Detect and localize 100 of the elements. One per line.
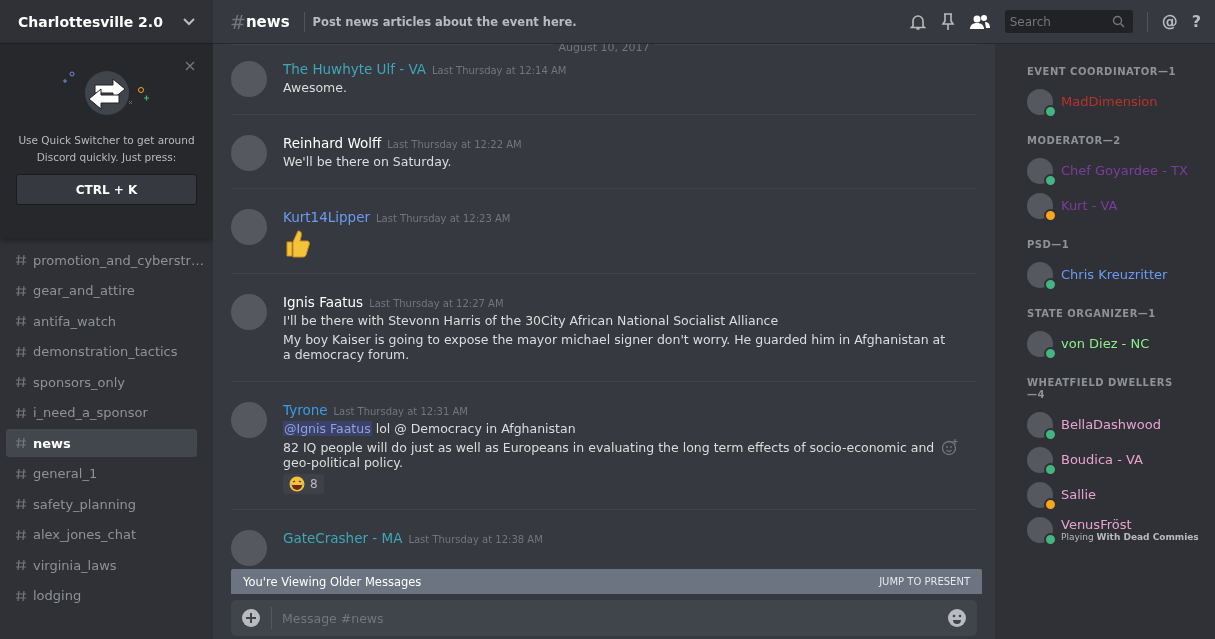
message-time: Last Thursday at 12:22 AM bbox=[387, 139, 522, 150]
emoji-icon[interactable] bbox=[947, 608, 967, 628]
message-text: My boy Kaiser is going to expose the mayor michael signer don't worry. He guarded him in Afghanistan at a democracy forum. bbox=[283, 332, 947, 362]
channel-name: alex_jones_chat bbox=[33, 527, 137, 542]
message-text: 82 IQ people will do just as well as Europeans in evaluating the long term effects of socio-economic and geo-political policy. bbox=[283, 440, 936, 470]
channel-title: news bbox=[245, 12, 290, 31]
channel-item[interactable]: news bbox=[6, 429, 197, 457]
member-item[interactable]: VenusFröst Playing With Dead Commies bbox=[1027, 512, 1207, 547]
avatar[interactable] bbox=[231, 294, 267, 330]
hash-icon bbox=[15, 559, 27, 571]
chevron-down-icon bbox=[183, 17, 195, 26]
quick-switcher-hint: Use Quick Switcher to get around Discord quickly. Just press: bbox=[17, 133, 196, 165]
pin-icon[interactable] bbox=[940, 12, 955, 31]
server-name: Charlottesville 2.0 bbox=[18, 13, 163, 30]
avatar[interactable] bbox=[231, 402, 267, 438]
member-name: Chef Goyardee - TX bbox=[1061, 163, 1188, 178]
jump-to-present-link[interactable]: JUMP TO PRESENT bbox=[879, 576, 970, 587]
member-item[interactable]: Sallie bbox=[1027, 477, 1207, 512]
shortcut-button[interactable]: CTRL + K bbox=[16, 174, 197, 205]
channel-item[interactable]: demonstration_tactics bbox=[6, 337, 197, 366]
hash-icon bbox=[15, 254, 27, 266]
reaction-button[interactable]: 8 bbox=[283, 474, 324, 494]
avatar[interactable] bbox=[231, 530, 267, 566]
thumbs-up-icon bbox=[283, 228, 311, 258]
member-name: Kurt - VA bbox=[1061, 198, 1118, 213]
author-name[interactable]: Kurt14Lipper bbox=[283, 209, 371, 225]
channel-name: promotion_and_cyberstr… bbox=[33, 252, 204, 268]
author-name[interactable]: Reinhard Wolff bbox=[283, 135, 382, 151]
hash-icon bbox=[15, 589, 27, 602]
message-time: Last Thursday at 12:27 AM bbox=[369, 298, 504, 309]
author-name[interactable]: Ignis Faatus bbox=[283, 294, 364, 310]
message-text: We'll be there on Saturday. bbox=[283, 154, 453, 169]
message-text: Awesome. bbox=[283, 80, 348, 95]
avatar[interactable] bbox=[231, 61, 267, 97]
channel-name: i_need_a_sponsor bbox=[33, 405, 148, 420]
channel-name: sponsors_only bbox=[33, 374, 126, 390]
avatar[interactable] bbox=[231, 135, 267, 171]
bell-icon[interactable] bbox=[908, 12, 927, 31]
member-name: Boudica - VA bbox=[1061, 452, 1143, 467]
mentions-button[interactable]: @ bbox=[1161, 12, 1178, 31]
channel-item[interactable]: antifa_watch bbox=[6, 307, 197, 335]
message-time: Last Thursday at 12:14 AM bbox=[432, 65, 567, 76]
message-text: I'll be there with Stevonn Harris of the 30City African National Socialist Alliance bbox=[283, 313, 780, 328]
members-icon[interactable] bbox=[968, 13, 991, 30]
channel-item[interactable]: sponsors_only bbox=[6, 368, 197, 396]
channel-item[interactable]: gear_and_attire bbox=[6, 276, 197, 305]
member-name: MadDimension bbox=[1061, 94, 1158, 109]
channel-name: gear_and_attire bbox=[33, 283, 135, 298]
member-name: von Diez - NC bbox=[1061, 336, 1150, 351]
hash-icon bbox=[15, 284, 27, 297]
channel-name: safety_planning bbox=[33, 496, 137, 512]
user-mention[interactable]: @Ignis Faatus bbox=[283, 421, 372, 436]
help-button[interactable]: ? bbox=[1191, 12, 1201, 31]
author-name[interactable]: The Huwhyte Ulf - VA bbox=[283, 61, 427, 77]
hash-icon bbox=[15, 437, 27, 449]
message-time: Last Thursday at 12:31 AM bbox=[333, 406, 468, 417]
search-field[interactable]: Search bbox=[1004, 10, 1133, 33]
author-name[interactable]: Tyrone bbox=[283, 402, 328, 418]
close-icon[interactable] bbox=[185, 61, 195, 71]
channel-name: general_1 bbox=[33, 466, 98, 481]
member-item[interactable]: Chris Kreuzritter bbox=[1027, 257, 1207, 292]
channel-item[interactable]: alex_jones_chat bbox=[6, 520, 197, 549]
channel-item[interactable]: i_need_a_sponsor bbox=[6, 398, 197, 427]
channel-hash: # bbox=[230, 10, 246, 33]
message-text: lol @ Democracy in Afghanistan bbox=[374, 421, 576, 436]
role-heading: WHEATFIELD DWELLERS—4 bbox=[1027, 377, 1174, 401]
member-name: Sallie bbox=[1061, 487, 1097, 502]
author-name[interactable]: GateCrasher - MA bbox=[283, 530, 403, 546]
channel-item[interactable]: safety_planning bbox=[6, 490, 197, 518]
member-activity: Playing With Dead Commies bbox=[1061, 532, 1199, 542]
channel-name: virginia_laws bbox=[33, 557, 117, 573]
channel-item[interactable]: virginia_laws bbox=[6, 551, 197, 579]
laughing-face-icon bbox=[289, 476, 305, 492]
plus-icon[interactable] bbox=[241, 608, 261, 628]
role-heading: EVENT COORDINATOR—1 bbox=[1027, 66, 1177, 78]
hash-icon bbox=[15, 467, 27, 480]
search-icon bbox=[1111, 15, 1125, 28]
member-item[interactable]: MadDimension bbox=[1027, 84, 1207, 119]
banner-text: You're Viewing Older Messages bbox=[243, 574, 422, 589]
member-name: Chris Kreuzritter bbox=[1061, 267, 1168, 282]
avatar[interactable] bbox=[231, 209, 267, 245]
role-heading: PSD—1 bbox=[1027, 239, 1071, 251]
channel-name: demonstration_tactics bbox=[33, 344, 178, 359]
member-item[interactable]: Boudica - VA bbox=[1027, 442, 1207, 477]
search-placeholder: Search bbox=[1009, 14, 1051, 29]
hash-icon bbox=[15, 376, 27, 388]
member-item[interactable]: von Diez - NC bbox=[1027, 326, 1207, 361]
role-heading: STATE ORGANIZER—1 bbox=[1027, 308, 1157, 320]
member-name: BellaDashwood bbox=[1061, 417, 1161, 432]
message-time: Last Thursday at 12:38 AM bbox=[408, 534, 543, 545]
add-reaction-icon[interactable] bbox=[941, 438, 959, 456]
channel-name: antifa_watch bbox=[33, 313, 117, 329]
member-item[interactable]: BellaDashwood bbox=[1027, 407, 1207, 442]
channel-topic: Post news articles about the event here. bbox=[312, 14, 577, 29]
hash-icon bbox=[15, 345, 27, 358]
channel-item[interactable]: lodging bbox=[6, 581, 197, 610]
member-name: VenusFröst bbox=[1061, 517, 1133, 532]
hash-icon bbox=[15, 498, 27, 510]
channel-item[interactable]: general_1 bbox=[6, 459, 197, 488]
hash-icon bbox=[15, 528, 27, 541]
